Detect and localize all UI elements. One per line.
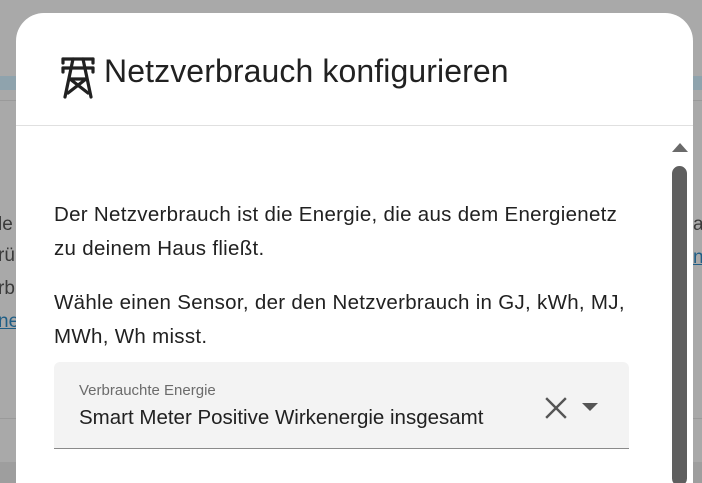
background-text-fragment: rü [0, 245, 15, 266]
background-link-fragment: n [693, 247, 702, 268]
consumed-energy-sensor-field[interactable]: Verbrauchte Energie Smart Meter Positive… [54, 362, 629, 449]
background-text-fragment: le [0, 214, 13, 235]
background-text-fragment: a [693, 214, 702, 235]
dialog-body: Der Netzverbrauch ist die Energie, die a… [16, 126, 693, 483]
dialog-title: Netzverbrauch konfigurieren [104, 53, 509, 89]
caret-down-icon[interactable] [579, 398, 601, 416]
transmission-tower-icon [60, 55, 96, 99]
sensor-instruction-paragraph: Wähle einen Sensor, der den Netzverbrauc… [54, 291, 625, 348]
close-icon[interactable] [544, 396, 568, 420]
scrollbar-thumb[interactable] [672, 166, 687, 483]
dialog-header: Netzverbrauch konfigurieren [16, 13, 693, 126]
background-text-fragment: rb [0, 278, 15, 299]
description-paragraph: Der Netzverbrauch ist die Energie, die a… [54, 203, 618, 260]
field-value[interactable]: Smart Meter Positive Wirkenergie insgesa… [79, 406, 483, 430]
field-label: Verbrauchte Energie [79, 382, 216, 399]
scroll-up-arrow-icon[interactable] [670, 139, 690, 155]
configure-grid-consumption-dialog: Netzverbrauch konfigurieren Der Netzverb… [16, 13, 693, 483]
